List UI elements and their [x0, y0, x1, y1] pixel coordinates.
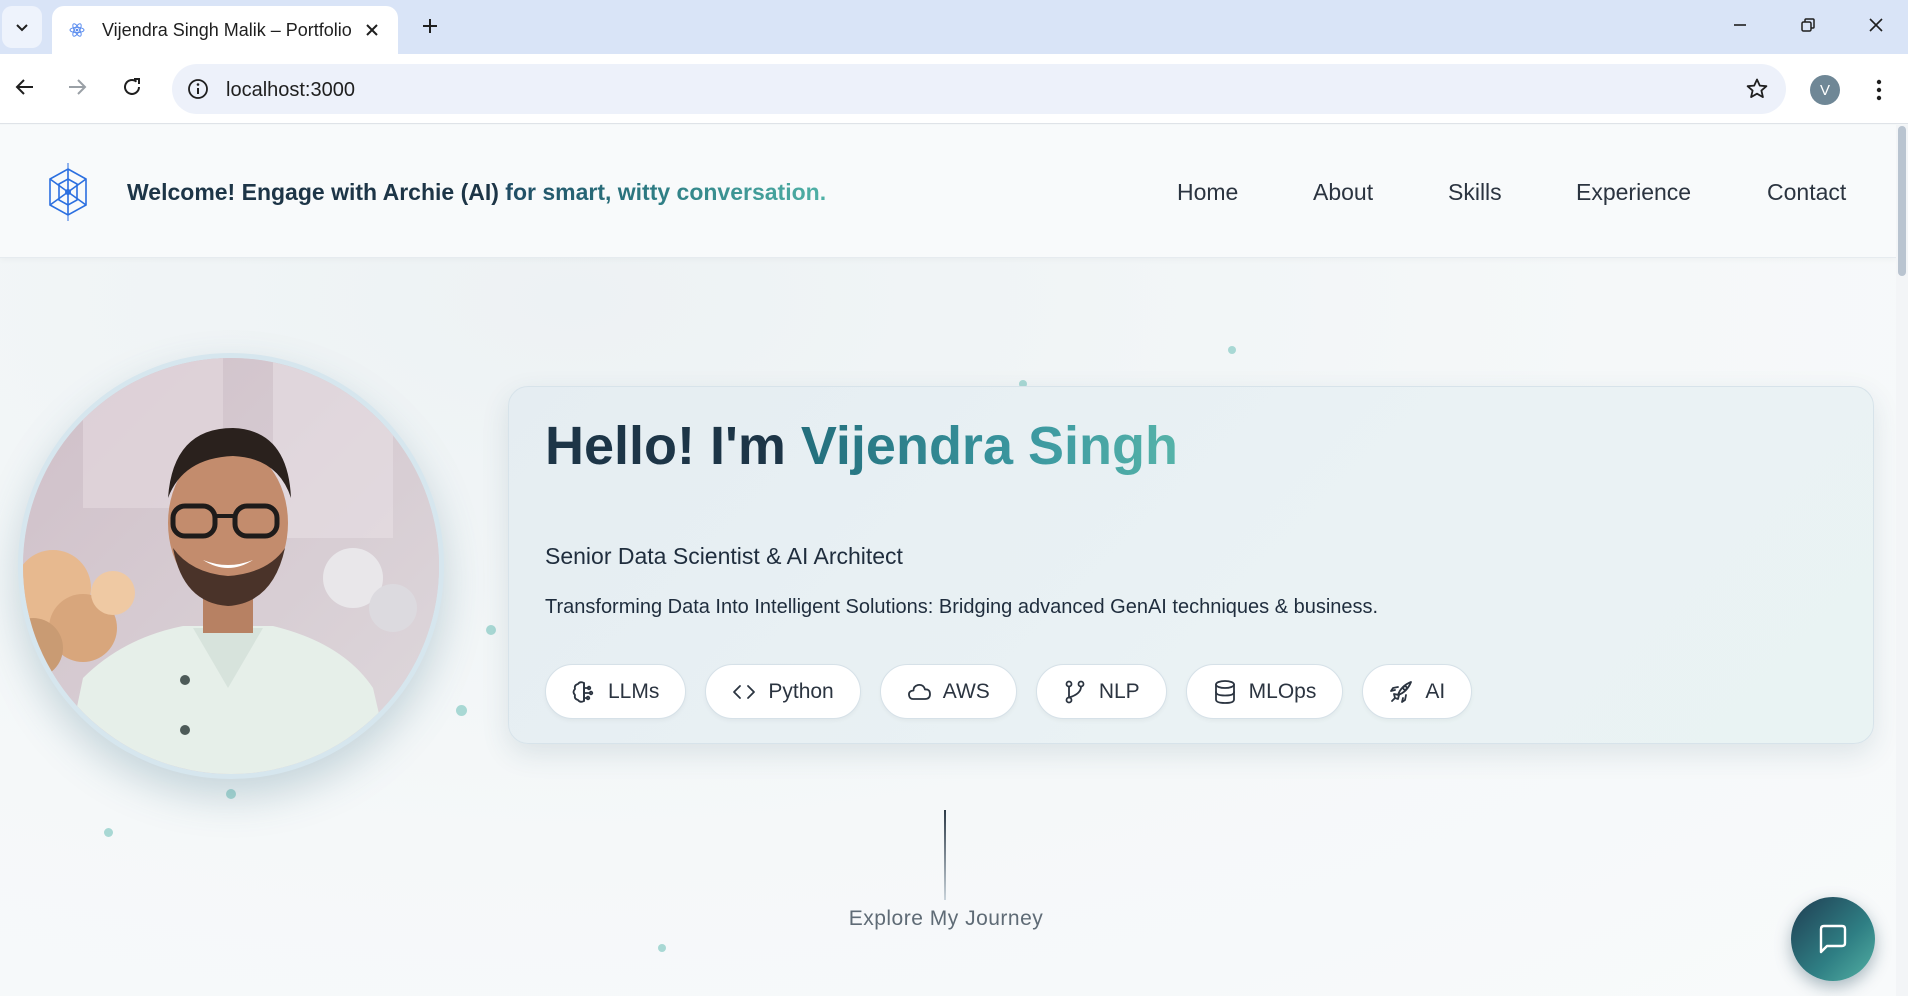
hero-name: Vijendra Singh	[800, 416, 1178, 476]
cloud-icon	[907, 683, 931, 700]
git-branch-icon	[1065, 680, 1085, 703]
scroll-indicator-line	[944, 810, 946, 900]
brain-icon	[572, 680, 594, 703]
bookmark-star-icon[interactable]	[1744, 76, 1770, 102]
skill-chip-aws[interactable]: AWS	[879, 664, 1017, 719]
nav-skills[interactable]: Skills	[1448, 179, 1502, 206]
network-logo-icon	[49, 163, 87, 221]
welcome-banner: Welcome! Engage with Archie (AI) for sma…	[127, 179, 826, 206]
back-button[interactable]	[6, 68, 44, 106]
skill-chip-python[interactable]: Python	[705, 664, 861, 719]
page-viewport: Welcome! Engage with Archie (AI) for sma…	[0, 125, 1908, 996]
plus-icon	[423, 19, 437, 33]
particle-dot	[486, 625, 496, 635]
hero-role: Senior Data Scientist & AI Architect	[545, 543, 903, 569]
browser-tab-active[interactable]: Vijendra Singh Malik – Portfolio	[52, 6, 398, 54]
arrow-left-icon	[15, 79, 33, 95]
tab-search-button[interactable]	[2, 6, 42, 48]
skill-chip-label: LLMs	[608, 679, 660, 703]
particle-dot	[456, 705, 467, 716]
profile-avatar[interactable]: V	[1810, 75, 1840, 105]
site-header: Welcome! Engage with Archie (AI) for sma…	[0, 125, 1896, 258]
tab-close-button[interactable]	[360, 18, 384, 42]
restore-icon	[1801, 18, 1815, 32]
code-icon	[733, 684, 756, 699]
chat-bubble-icon	[1819, 924, 1847, 954]
skill-chip-ai[interactable]: AI	[1362, 664, 1473, 719]
nav-about[interactable]: About	[1313, 179, 1373, 206]
reload-button[interactable]	[113, 68, 151, 106]
reload-icon	[124, 78, 140, 95]
forward-button[interactable]	[58, 68, 96, 106]
page-scrollbar-thumb[interactable]	[1898, 126, 1906, 276]
nav-home[interactable]: Home	[1177, 179, 1238, 206]
welcome-highlight: for smart, witty conversation.	[505, 179, 827, 205]
arrow-right-icon	[69, 79, 87, 95]
skill-chip-nlp[interactable]: NLP	[1035, 664, 1167, 719]
skill-chip-mlops[interactable]: MLOps	[1185, 664, 1344, 719]
particle-dot	[226, 789, 236, 799]
particle-dot	[658, 944, 666, 952]
skill-chip-label: AI	[1425, 679, 1446, 703]
close-icon	[366, 24, 378, 36]
minimize-icon	[1734, 24, 1746, 26]
skill-chip-label: NLP	[1098, 679, 1140, 703]
close-window-button[interactable]	[1848, 6, 1904, 44]
database-icon	[1214, 679, 1235, 704]
url-text[interactable]: localhost:3000	[226, 79, 355, 102]
explore-journey-link[interactable]: Explore My Journey	[846, 907, 1046, 931]
nav-experience[interactable]: Experience	[1576, 179, 1691, 206]
welcome-prefix: Welcome! Engage with Archie (AI)	[127, 179, 506, 205]
rocket-icon	[1390, 680, 1413, 703]
skill-chip-llms[interactable]: LLMs	[545, 664, 687, 719]
close-icon	[1869, 18, 1883, 32]
browser-menu-button[interactable]	[1864, 74, 1894, 106]
chevron-down-icon	[16, 24, 28, 32]
chat-assistant-button[interactable]	[1791, 897, 1875, 981]
more-vert-icon	[1876, 79, 1882, 101]
particle-dot	[104, 828, 113, 837]
site-logo[interactable]	[42, 163, 94, 221]
skill-chip-label: MLOps	[1248, 679, 1317, 703]
site-info-icon[interactable]	[186, 77, 210, 101]
hero-heading: Hello! I'm Vijendra Singh	[545, 415, 1178, 477]
minimize-button[interactable]	[1712, 6, 1768, 44]
hero-tagline: Transforming Data Into Intelligent Solut…	[545, 596, 1379, 618]
particle-dot	[1228, 346, 1236, 354]
skill-chip-label: Python	[768, 679, 834, 703]
browser-toolbar: localhost:3000 V	[0, 54, 1908, 124]
tab-title: Vijendra Singh Malik – Portfolio	[102, 19, 352, 40]
hero-card: Hello! I'm Vijendra Singh Senior Data Sc…	[508, 386, 1874, 744]
profile-photo	[23, 358, 439, 774]
profile-portrait	[18, 353, 444, 779]
nav-contact[interactable]: Contact	[1767, 179, 1846, 206]
restore-button[interactable]	[1780, 6, 1836, 44]
skill-chip-label: AWS	[942, 679, 990, 703]
address-bar[interactable]: localhost:3000	[172, 64, 1786, 114]
hero-greeting: Hello! I'm	[545, 416, 801, 476]
new-tab-button[interactable]	[414, 10, 446, 42]
react-favicon-icon	[68, 21, 86, 39]
browser-tabstrip: Vijendra Singh Malik – Portfolio	[0, 0, 1908, 54]
skill-chips: LLMs Python AWS NLP MLOps AI	[545, 664, 1473, 719]
